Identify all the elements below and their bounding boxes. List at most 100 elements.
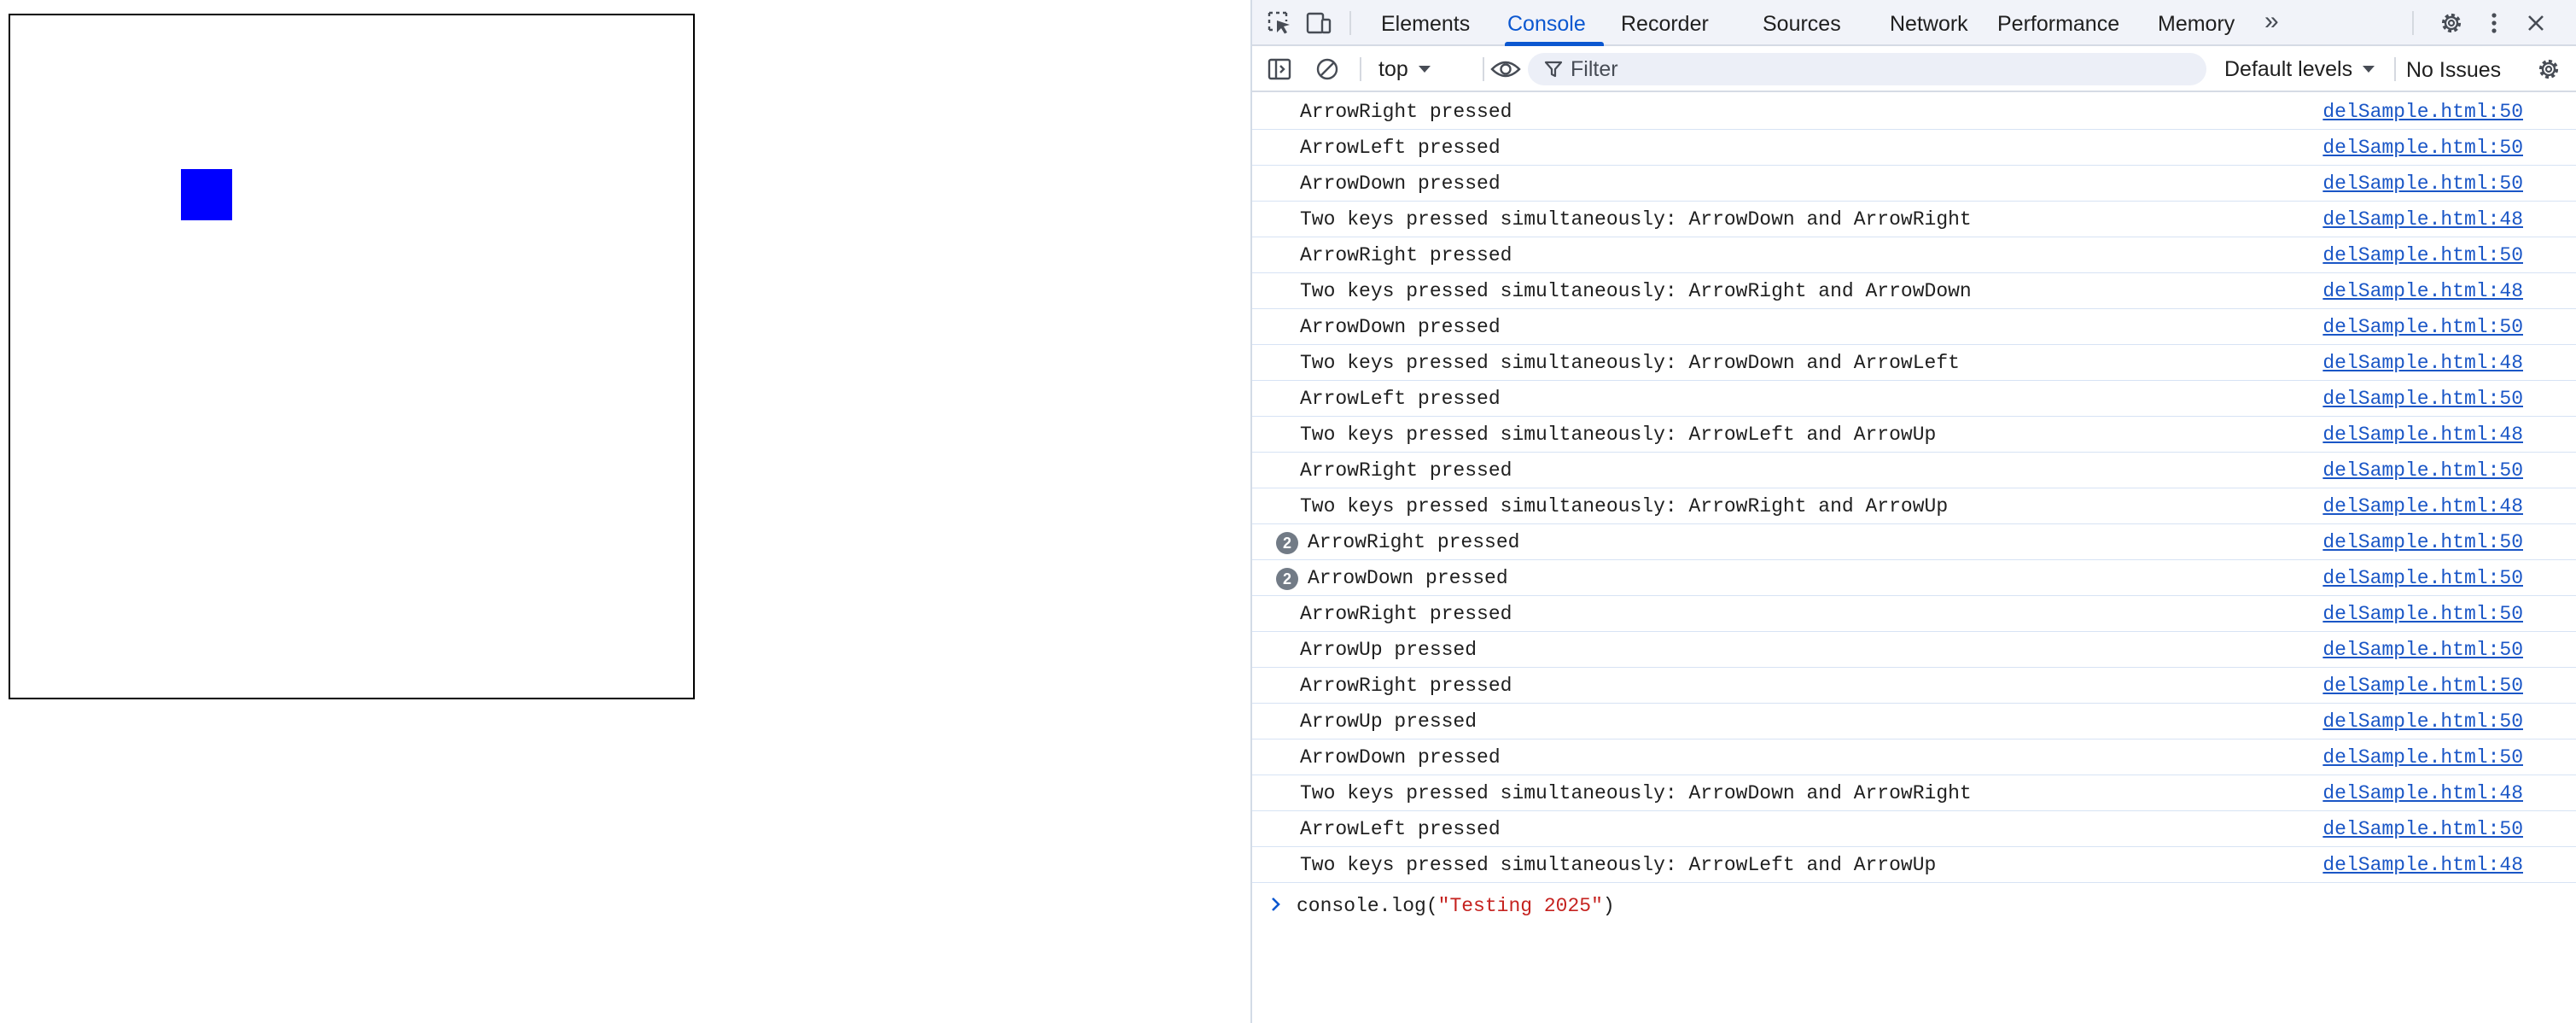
console-message-text: ArrowDown pressed [1300,172,1501,195]
more-tabs-button[interactable]: » [2264,0,2279,46]
console-message-text: Two keys pressed simultaneously: ArrowRi… [1300,495,1949,517]
console-message-text: ArrowRight pressed [1300,603,1512,625]
gear-icon[interactable] [2434,0,2468,46]
source-link[interactable]: delSample.html:50 [2322,130,2523,166]
prompt-code: console.log( [1297,895,1438,917]
sidebar-toggle-icon[interactable] [1262,46,1297,92]
source-link[interactable]: delSample.html:50 [2322,453,2523,488]
source-link[interactable]: delSample.html:50 [2322,237,2523,273]
source-link[interactable]: delSample.html:48 [2322,202,2523,237]
devtools-tab-bar: Elements Console Recorder Sources Networ… [1252,0,2576,46]
toolbar-divider [2394,57,2396,81]
tab-console[interactable]: Console [1507,0,1586,46]
console-message-row: ArrowRight pressed delSample.html:50 [1252,237,2576,273]
tab-performance[interactable]: Performance [1997,0,2119,46]
filter-box[interactable] [1528,53,2206,85]
prompt-code-end: ) [1602,895,1615,917]
console-message-row: 2 ArrowDown pressed delSample.html:50 [1252,560,2576,596]
console-message-row: ArrowLeft pressed delSample.html:50 [1252,381,2576,417]
console-message-row: Two keys pressed simultaneously: ArrowDo… [1252,345,2576,381]
console-message-row: ArrowRight pressed delSample.html:50 [1252,94,2576,130]
console-message-text: ArrowLeft pressed [1300,388,1501,410]
source-link[interactable]: delSample.html:48 [2322,775,2523,811]
console-message-text: ArrowLeft pressed [1300,137,1501,159]
page-viewport [0,0,1250,1023]
prompt-string-literal: "Testing 2025" [1437,895,1603,917]
console-message-row: ArrowUp pressed delSample.html:50 [1252,632,2576,668]
console-message-row: ArrowDown pressed delSample.html:50 [1252,166,2576,202]
source-link[interactable]: delSample.html:50 [2322,668,2523,704]
chevron-down-icon [2363,66,2375,73]
console-message-text: ArrowDown pressed [1300,746,1501,769]
source-link[interactable]: delSample.html:50 [2322,381,2523,417]
source-link[interactable]: delSample.html:50 [2322,560,2523,596]
source-link[interactable]: delSample.html:50 [2322,632,2523,668]
filter-input[interactable] [1571,56,2168,82]
repeat-count-badge: 2 [1276,532,1298,554]
source-link[interactable]: delSample.html:50 [2322,524,2523,560]
console-message-row: ArrowLeft pressed delSample.html:50 [1252,811,2576,847]
console-message-row: Two keys pressed simultaneously: ArrowRi… [1252,488,2576,524]
tab-recorder[interactable]: Recorder [1621,0,1709,46]
source-link[interactable]: delSample.html:50 [2322,94,2523,130]
toolbar-divider [1360,57,1361,81]
console-message-text: Two keys pressed simultaneously: ArrowLe… [1300,424,1937,446]
log-levels-select[interactable]: Default levels [2224,46,2376,92]
console-prompt[interactable]: console.log("Testing 2025") [1252,888,2576,924]
console-message-text: Two keys pressed simultaneously: ArrowRi… [1300,280,1972,302]
context-select[interactable]: top [1378,46,1432,92]
source-link[interactable]: delSample.html:48 [2322,345,2523,381]
clear-console-icon[interactable] [1310,46,1344,92]
source-link[interactable]: delSample.html:48 [2322,273,2523,309]
console-message-row: Two keys pressed simultaneously: ArrowRi… [1252,273,2576,309]
console-message-row: Two keys pressed simultaneously: ArrowDo… [1252,202,2576,237]
live-expression-eye-icon[interactable] [1485,46,1526,92]
console-message-text: Two keys pressed simultaneously: ArrowDo… [1300,782,1972,804]
source-link[interactable]: delSample.html:48 [2322,847,2523,883]
page: Elements Console Recorder Sources Networ… [0,0,2576,1023]
source-link[interactable]: delSample.html:50 [2322,166,2523,202]
console-message-text: ArrowRight pressed [1300,675,1512,697]
prompt-input-text[interactable]: console.log("Testing 2025") [1297,888,1615,924]
source-link[interactable]: delSample.html:50 [2322,739,2523,775]
console-message-row: ArrowRight pressed delSample.html:50 [1252,453,2576,488]
issues-counter[interactable]: No Issues [2406,46,2501,92]
context-select-value: top [1378,56,1408,81]
log-levels-value: Default levels [2224,56,2353,81]
devtools-panel: Elements Console Recorder Sources Networ… [1250,0,2576,1023]
tab-memory[interactable]: Memory [2158,0,2235,46]
device-toolbar-icon[interactable] [1302,0,1336,46]
source-link[interactable]: delSample.html:50 [2322,811,2523,847]
console-message-text: ArrowDown pressed [1308,567,1508,589]
console-message-text: ArrowRight pressed [1308,531,1520,553]
console-message-text: ArrowLeft pressed [1300,818,1501,840]
source-link[interactable]: delSample.html:50 [2322,596,2523,632]
console-message-text: ArrowRight pressed [1300,244,1512,266]
console-message-row: ArrowRight pressed delSample.html:50 [1252,596,2576,632]
close-icon[interactable] [2519,0,2553,46]
tab-elements[interactable]: Elements [1381,0,1470,46]
console-settings-gear-icon[interactable] [2532,46,2566,92]
source-link[interactable]: delSample.html:50 [2322,309,2523,345]
console-message-row: Two keys pressed simultaneously: ArrowLe… [1252,417,2576,453]
kebab-menu-icon[interactable] [2479,0,2509,46]
toolbar-divider [1483,57,1484,81]
console-toolbar: top Default levels [1252,46,2576,92]
tab-sources[interactable]: Sources [1763,0,1841,46]
source-link[interactable]: delSample.html:50 [2322,704,2523,739]
tab-network[interactable]: Network [1890,0,1968,46]
repeat-count-badge: 2 [1276,568,1298,590]
console-messages: ArrowRight pressed delSample.html:50 Arrow… [1252,94,2576,883]
source-link[interactable]: delSample.html:48 [2322,417,2523,453]
console-message-row: Two keys pressed simultaneously: ArrowLe… [1252,847,2576,883]
console-message-text: Two keys pressed simultaneously: ArrowLe… [1300,854,1937,876]
console-message-row: ArrowDown pressed delSample.html:50 [1252,309,2576,345]
console-message-text: Two keys pressed simultaneously: ArrowDo… [1300,208,1972,231]
inspect-element-icon[interactable] [1262,0,1297,46]
console-message-text: ArrowUp pressed [1300,710,1477,733]
console-message-row: ArrowUp pressed delSample.html:50 [1252,704,2576,739]
console-message-row: 2 ArrowRight pressed delSample.html:50 [1252,524,2576,560]
source-link[interactable]: delSample.html:48 [2322,488,2523,524]
game-canvas[interactable] [9,14,695,699]
tab-bar-divider [1349,11,1351,35]
